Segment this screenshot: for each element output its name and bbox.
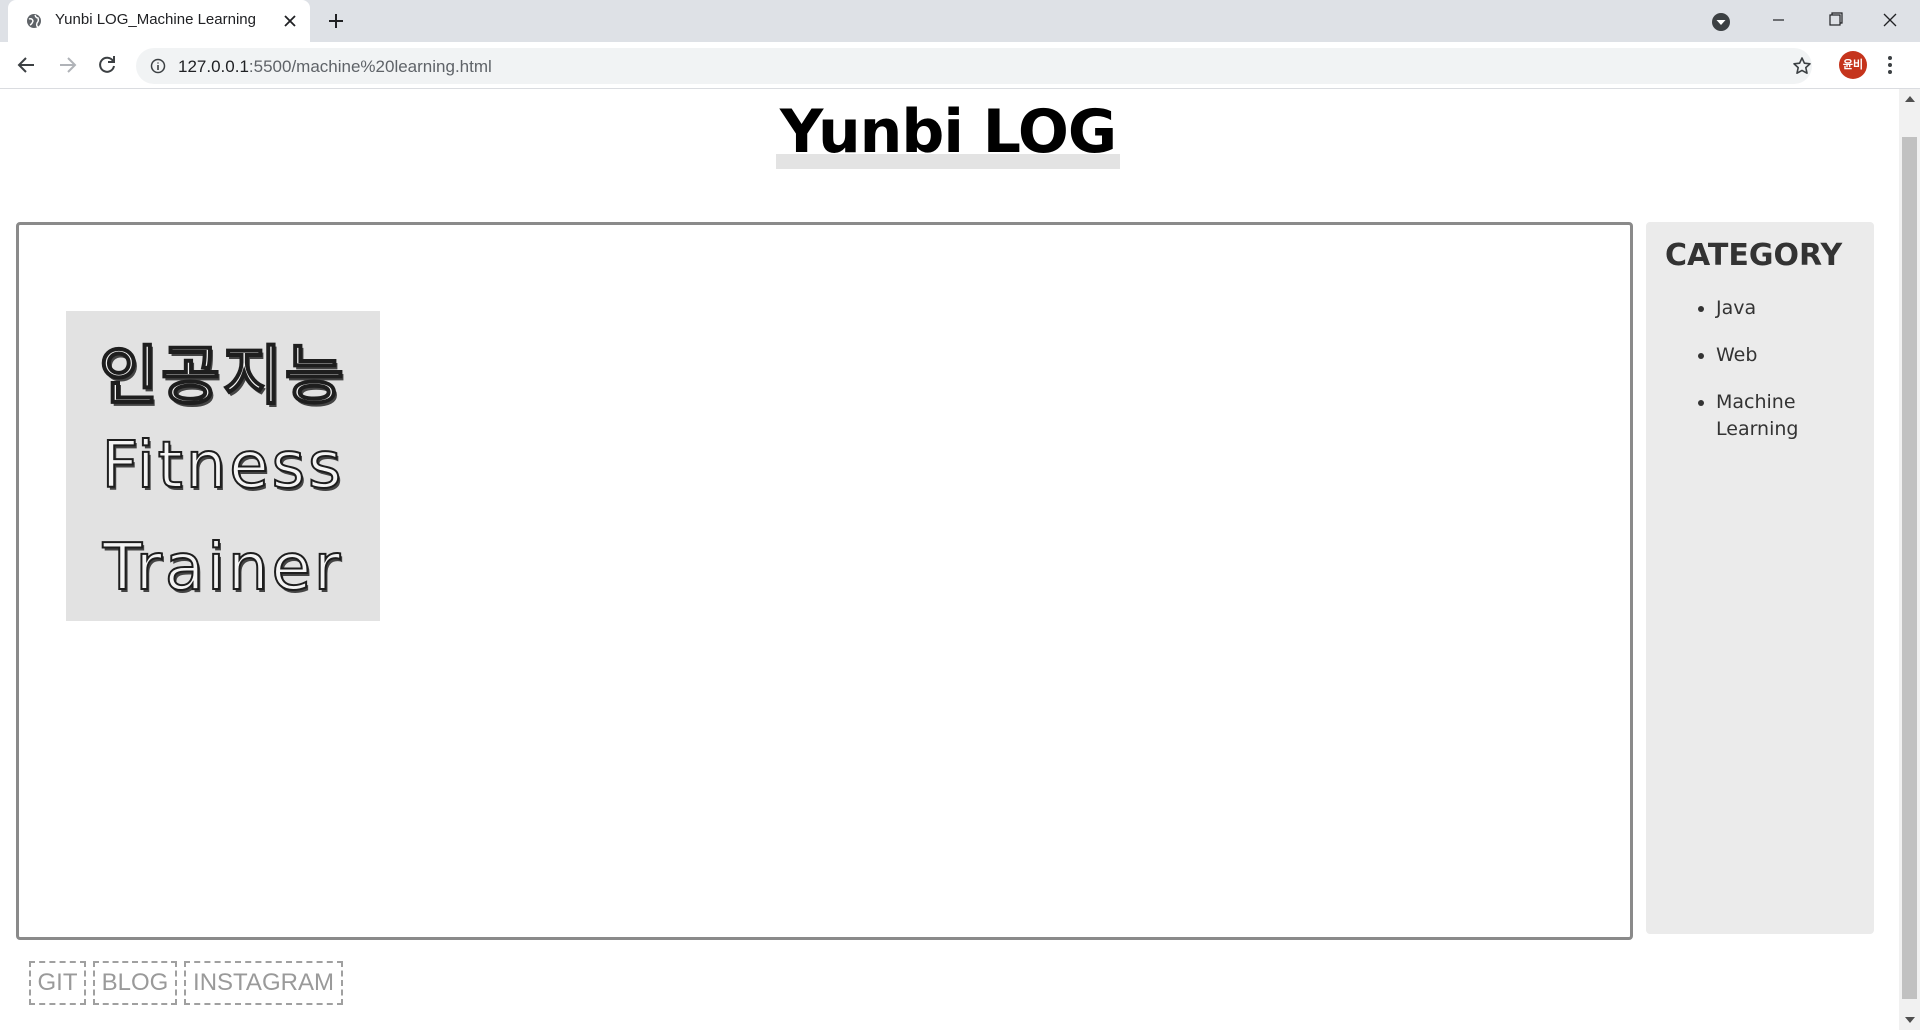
- close-window-icon[interactable]: [1862, 0, 1918, 40]
- url-text[interactable]: 127.0.0.1:5500/machine%20learning.html: [178, 57, 492, 77]
- site-header: Yunbi LOG: [0, 89, 1896, 169]
- more-menu-icon[interactable]: [1886, 54, 1894, 76]
- vertical-scrollbar[interactable]: [1899, 89, 1920, 1030]
- minimize-icon[interactable]: [1750, 0, 1806, 40]
- git-link[interactable]: GIT: [29, 961, 86, 1005]
- tab-search-icon[interactable]: [1710, 11, 1732, 33]
- bookmark-star-icon[interactable]: [1792, 56, 1812, 76]
- category-item-java[interactable]: Java: [1716, 295, 1856, 322]
- category-item-label[interactable]: Java: [1716, 297, 1756, 319]
- address-bar[interactable]: 127.0.0.1:5500/machine%20learning.html: [136, 48, 1812, 84]
- forward-arrow-icon[interactable]: [54, 52, 80, 78]
- browser-toolbar: 127.0.0.1:5500/machine%20learning.html 윤…: [0, 42, 1920, 89]
- category-heading: CATEGORY: [1665, 238, 1843, 273]
- new-tab-icon[interactable]: [326, 11, 346, 31]
- info-icon[interactable]: [150, 58, 166, 74]
- url-path: :5500/machine%20learning.html: [248, 57, 492, 76]
- reload-icon[interactable]: [94, 52, 120, 78]
- browser-tab-active[interactable]: Yunbi LOG_Machine Learning: [8, 0, 310, 42]
- main-content-box: 인공지능 Fitness Trainer: [16, 222, 1633, 940]
- category-item-label[interactable]: Web: [1716, 344, 1757, 366]
- url-host: 127.0.0.1: [178, 57, 249, 76]
- scroll-down-arrow-icon[interactable]: [1905, 1017, 1915, 1023]
- category-item-web[interactable]: Web: [1716, 342, 1856, 369]
- scrollbar-thumb[interactable]: [1902, 137, 1917, 999]
- profile-avatar[interactable]: 윤비: [1839, 51, 1867, 79]
- thumbnail-line-2: Fitness: [101, 428, 345, 504]
- thumbnail-line-3: Trainer: [102, 530, 344, 606]
- restore-icon[interactable]: [1806, 0, 1862, 40]
- site-title[interactable]: Yunbi LOG: [775, 95, 1121, 169]
- scroll-up-arrow-icon[interactable]: [1905, 96, 1915, 102]
- category-sidebar: CATEGORY Java Web Machine Learning: [1646, 222, 1874, 934]
- back-arrow-icon[interactable]: [14, 52, 40, 78]
- category-item-label[interactable]: Machine Learning: [1716, 391, 1799, 440]
- blog-link[interactable]: BLOG: [93, 961, 177, 1005]
- instagram-link[interactable]: INSTAGRAM: [184, 961, 343, 1005]
- globe-icon: [27, 14, 41, 28]
- thumbnail-line-1: 인공지능: [98, 339, 347, 415]
- close-tab-icon[interactable]: [282, 13, 298, 29]
- browser-tab-bar: Yunbi LOG_Machine Learning: [0, 0, 1920, 42]
- post-thumbnail[interactable]: 인공지능 Fitness Trainer: [66, 311, 380, 621]
- page-viewport: Yunbi LOG 인공지능 Fitness Trainer CATEGORY …: [0, 89, 1920, 1030]
- tab-title: Yunbi LOG_Machine Learning: [55, 11, 256, 28]
- category-item-machine-learning[interactable]: Machine Learning: [1716, 389, 1856, 443]
- category-list: Java Web Machine Learning: [1716, 295, 1856, 463]
